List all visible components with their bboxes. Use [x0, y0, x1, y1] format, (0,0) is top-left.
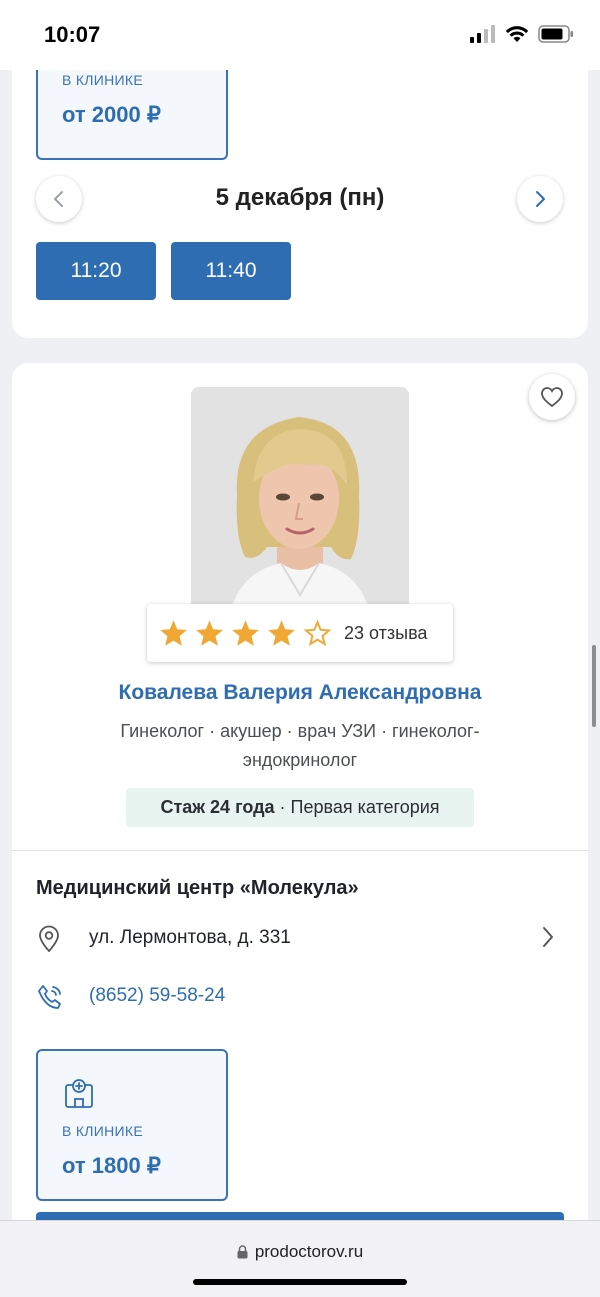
- location-pin-icon: [39, 925, 59, 953]
- price-label: В КЛИНИКЕ: [62, 1123, 143, 1139]
- signal-icon: [470, 25, 495, 43]
- doctor-name[interactable]: Ковалева Валерия Александровна: [12, 681, 588, 705]
- phone-icon: [38, 985, 61, 1009]
- browser-address-bar[interactable]: prodoctorov.ru: [0, 1220, 600, 1297]
- star-filled-icon: [268, 620, 295, 646]
- hospital-icon: [65, 1079, 93, 1108]
- clinic-phone-link[interactable]: (8652) 59-58-24: [89, 985, 225, 1007]
- wifi-icon: [505, 26, 529, 42]
- clinic-name[interactable]: Медицинский центр «Молекула»: [36, 877, 359, 900]
- doctor-specialty: Гинеколог · акушер · врач УЗИ · гинеколо…: [72, 717, 528, 775]
- heart-icon: [541, 387, 563, 408]
- battery-icon: [538, 25, 573, 43]
- star-empty-icon: [303, 619, 332, 647]
- next-date-button[interactable]: [517, 176, 563, 222]
- url-field[interactable]: prodoctorov.ru: [0, 1242, 600, 1262]
- url-text: prodoctorov.ru: [254, 1242, 364, 1261]
- rating-stars: [159, 619, 332, 647]
- experience-badge: Стаж 24 года · Первая категория: [126, 788, 474, 827]
- doctor-photo[interactable]: [191, 387, 409, 609]
- clinic-address[interactable]: ул. Лермонтова, д. 331: [89, 927, 291, 949]
- doctor-card: 23 отзыва Ковалева Валерия Александровна…: [12, 363, 588, 1263]
- price-label: В КЛИНИКЕ: [62, 72, 143, 88]
- rating-badge[interactable]: 23 отзыва: [147, 604, 453, 662]
- experience-years: Стаж 24 года: [160, 797, 275, 817]
- chevron-right-icon: [536, 191, 545, 207]
- star-filled-icon: [196, 620, 223, 646]
- specialty-line: эндокринолог: [242, 750, 358, 770]
- status-time: 10:07: [44, 22, 101, 47]
- date-selector: 5 декабря (пн): [36, 176, 564, 222]
- time-slot-button[interactable]: 11:20: [36, 242, 156, 300]
- specialty-line: Гинеколог · акушер · врач УЗИ · гинеколо…: [120, 721, 480, 741]
- appointment-card-previous: В КЛИНИКЕ от 2000 ₽ 5 декабря (пн) 11:20…: [12, 28, 588, 338]
- star-filled-icon: [160, 620, 187, 646]
- doctor-portrait-image: [191, 387, 409, 609]
- divider: [12, 850, 588, 851]
- status-icons: [470, 25, 574, 43]
- lock-icon: [237, 1245, 248, 1259]
- status-bar: 10:07: [0, 0, 600, 70]
- time-slot-button[interactable]: 11:40: [171, 242, 291, 300]
- experience-category: · Первая категория: [279, 797, 440, 817]
- price-value: от 2000 ₽: [62, 102, 161, 127]
- price-value: от 1800 ₽: [62, 1153, 161, 1178]
- scrollbar[interactable]: [592, 645, 596, 727]
- favorite-button[interactable]: [529, 374, 575, 420]
- clinic-price-box[interactable]: В КЛИНИКЕ от 1800 ₽: [36, 1049, 228, 1201]
- chevron-right-icon[interactable]: [540, 925, 556, 949]
- reviews-count[interactable]: 23 отзыва: [344, 623, 427, 644]
- date-label: 5 декабря (пн): [215, 184, 385, 211]
- home-indicator: [193, 1279, 407, 1285]
- star-filled-icon: [232, 620, 259, 646]
